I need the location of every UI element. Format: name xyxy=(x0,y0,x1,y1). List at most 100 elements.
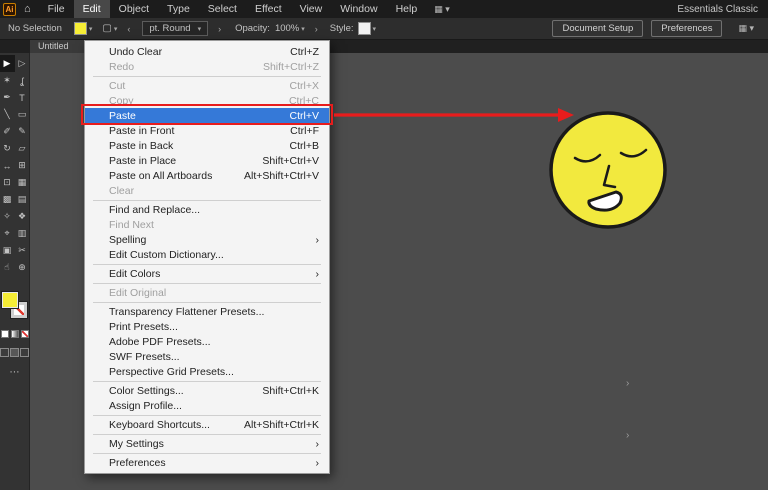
chevron-down-icon[interactable]: ▾ xyxy=(373,25,377,33)
menubar-item-object[interactable]: Object xyxy=(110,0,158,18)
fill-color-swatch[interactable] xyxy=(74,22,87,35)
menu-item-paste-in-front[interactable]: Paste in FrontCtrl+F xyxy=(85,123,329,138)
edit-menu-dropdown: Undo ClearCtrl+ZRedoShift+Ctrl+ZCutCtrl+… xyxy=(84,40,330,474)
menu-item-assign-profile[interactable]: Assign Profile... xyxy=(85,398,329,413)
color-mode-row xyxy=(1,330,29,338)
menu-item-find-and-replace[interactable]: Find and Replace... xyxy=(85,202,329,217)
menu-shortcut: Alt+Shift+Ctrl+K xyxy=(244,419,319,431)
screen-mode-button[interactable]: ⋯ xyxy=(10,367,20,378)
rectangle-tool[interactable]: ▭ xyxy=(15,106,30,123)
home-icon[interactable]: ⌂ xyxy=(24,3,31,15)
pencil-tool[interactable]: ✎ xyxy=(15,123,30,140)
menu-item-adobe-pdf-presets[interactable]: Adobe PDF Presets... xyxy=(85,334,329,349)
stroke-color-swatch[interactable]: ▢ xyxy=(102,23,111,34)
align-options-icon[interactable]: ▦ ▾ xyxy=(738,23,754,34)
menu-item-print-presets[interactable]: Print Presets... xyxy=(85,319,329,334)
blend-tool[interactable]: ❖ xyxy=(15,208,30,225)
menubar-item-view[interactable]: View xyxy=(291,0,332,18)
preferences-button[interactable]: Preferences xyxy=(651,20,722,37)
menu-item-my-settings[interactable]: My Settings› xyxy=(85,436,329,451)
menu-item-spelling[interactable]: Spelling› xyxy=(85,232,329,247)
opacity-value[interactable]: 100% xyxy=(275,23,299,34)
paintbrush-tool[interactable]: ✐ xyxy=(0,123,15,140)
menu-item-undo-clear[interactable]: Undo ClearCtrl+Z xyxy=(85,44,329,59)
pen-tool[interactable]: ✒ xyxy=(0,89,15,106)
magic-wand-tool[interactable]: ✶ xyxy=(0,72,15,89)
menu-item-edit-colors[interactable]: Edit Colors› xyxy=(85,266,329,281)
menubar-item-file[interactable]: File xyxy=(39,0,74,18)
menu-shortcut: Shift+Ctrl+V xyxy=(262,155,319,167)
menubar-item-effect[interactable]: Effect xyxy=(246,0,291,18)
submenu-arrow-icon: › xyxy=(316,438,320,450)
menu-separator xyxy=(93,381,321,382)
rotate-tool[interactable]: ↻ xyxy=(0,140,15,157)
menu-item-label: Spelling xyxy=(109,234,146,246)
menu-shortcut: Alt+Shift+Ctrl+V xyxy=(244,170,319,182)
illustrator-logo-icon[interactable]: Ai xyxy=(3,3,16,16)
none-button[interactable] xyxy=(21,330,29,338)
artboard-tool[interactable]: ▣ xyxy=(0,242,15,259)
menu-item-label: Paste on All Artboards xyxy=(109,170,212,182)
fill-yellow-swatch[interactable] xyxy=(2,292,18,308)
menu-item-keyboard-shortcuts[interactable]: Keyboard Shortcuts... Alt+Shift+Ctrl+K xyxy=(85,417,329,432)
slice-tool[interactable]: ✂ xyxy=(15,242,30,259)
menubar-item-window[interactable]: Window xyxy=(331,0,386,18)
gradient-tool[interactable]: ▤ xyxy=(15,191,30,208)
menu-item-swf-presets[interactable]: SWF Presets... xyxy=(85,349,329,364)
shape-builder-tool[interactable]: ⊡ xyxy=(0,174,15,191)
menu-item-label: Paste in Back xyxy=(109,140,173,152)
symbol-sprayer-tool[interactable]: ⌖ xyxy=(0,225,15,242)
chevron-right-icon[interactable]: › xyxy=(315,24,318,34)
menubar-item-type[interactable]: Type xyxy=(158,0,199,18)
width-tool[interactable]: ↔ xyxy=(0,157,15,174)
menu-item-paste-on-all-artboards[interactable]: Paste on All Artboards Alt+Shift+Ctrl+V xyxy=(85,168,329,183)
menu-item-transparency-flattener-presets[interactable]: Transparency Flattener Presets... xyxy=(85,304,329,319)
menu-item-paste[interactable]: PasteCtrl+V xyxy=(85,108,329,123)
direct-selection-tool[interactable]: ▷ xyxy=(15,55,30,72)
zoom-tool[interactable]: ⊕ xyxy=(15,259,30,276)
type-tool[interactable]: T xyxy=(15,89,30,106)
draw-inside-button[interactable] xyxy=(20,348,29,357)
menu-item-label: Keyboard Shortcuts... xyxy=(109,419,210,431)
menu-shortcut: Shift+Ctrl+K xyxy=(262,385,319,397)
arrange-documents-icon[interactable]: ▦ ▾ xyxy=(434,4,450,15)
workspace-switcher[interactable]: Essentials Classic xyxy=(677,4,758,15)
menu-item-paste-in-place[interactable]: Paste in PlaceShift+Ctrl+V xyxy=(85,153,329,168)
scale-tool[interactable]: ▱ xyxy=(15,140,30,157)
chevron-down-icon[interactable]: ▾ xyxy=(89,25,93,33)
draw-behind-button[interactable] xyxy=(10,348,19,357)
menubar-item-select[interactable]: Select xyxy=(199,0,246,18)
eyedropper-tool[interactable]: ✧ xyxy=(0,208,15,225)
menubar-item-help[interactable]: Help xyxy=(387,0,427,18)
menu-item-label: Print Presets... xyxy=(109,321,178,333)
selection-tool[interactable]: ▶ xyxy=(0,55,15,72)
perspective-grid-tool[interactable]: ▦ xyxy=(15,174,30,191)
line-segment-tool[interactable]: ╲ xyxy=(0,106,15,123)
hand-tool[interactable]: ☝ xyxy=(0,259,15,276)
menu-item-edit-custom-dictionary[interactable]: Edit Custom Dictionary... xyxy=(85,247,329,262)
menubar-item-edit[interactable]: Edit xyxy=(74,0,110,18)
style-swatch[interactable] xyxy=(358,22,371,35)
menu-item-label: Undo Clear xyxy=(109,46,162,58)
menu-item-preferences[interactable]: Preferences› xyxy=(85,455,329,470)
menu-item-paste-in-back[interactable]: Paste in BackCtrl+B xyxy=(85,138,329,153)
menu-separator xyxy=(93,264,321,265)
chevron-down-icon[interactable]: ▾ xyxy=(301,25,305,33)
lasso-tool[interactable]: ʆ xyxy=(15,72,30,89)
gradient-button[interactable] xyxy=(11,330,19,338)
menu-item-perspective-grid-presets[interactable]: Perspective Grid Presets... xyxy=(85,364,329,379)
free-transform-tool[interactable]: ⊞ xyxy=(15,157,30,174)
column-graph-tool[interactable]: ▥ xyxy=(15,225,30,242)
document-setup-button[interactable]: Document Setup xyxy=(552,20,643,37)
menu-item-edit-original: Edit Original xyxy=(85,285,329,300)
draw-normal-button[interactable] xyxy=(0,348,9,357)
smiley-face-artwork[interactable] xyxy=(545,106,673,234)
brush-definition-dropdown[interactable]: pt. Round ▾ xyxy=(142,21,208,36)
menu-item-label: Adobe PDF Presets... xyxy=(109,336,211,348)
mesh-tool[interactable]: ▩ xyxy=(0,191,15,208)
menu-item-color-settings[interactable]: Color Settings...Shift+Ctrl+K xyxy=(85,383,329,398)
chevron-down-icon[interactable]: ▾ xyxy=(114,25,118,33)
chevron-left-icon[interactable]: ‹ xyxy=(127,24,130,34)
chevron-right-icon[interactable]: › xyxy=(218,24,221,34)
color-button[interactable] xyxy=(1,330,9,338)
